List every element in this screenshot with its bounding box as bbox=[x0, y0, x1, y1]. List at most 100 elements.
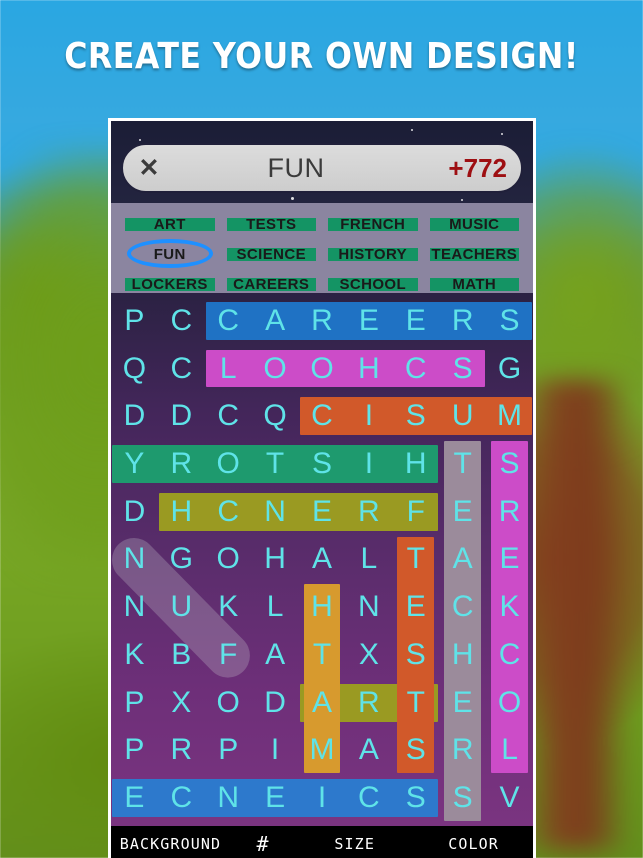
grid-letter[interactable]: T bbox=[299, 631, 346, 679]
grid-letter[interactable]: L bbox=[486, 727, 533, 775]
grid-letter[interactable]: A bbox=[299, 536, 346, 584]
grid-letter[interactable]: O bbox=[205, 440, 252, 488]
grid-letter[interactable]: O bbox=[299, 345, 346, 393]
word-list-item-french[interactable]: FRENCH bbox=[322, 209, 424, 239]
grid-letter[interactable]: E bbox=[392, 297, 439, 345]
grid-letter[interactable]: C bbox=[158, 345, 205, 393]
grid-letter[interactable]: E bbox=[486, 536, 533, 584]
grid-letter[interactable]: S bbox=[486, 297, 533, 345]
grid-letter[interactable]: T bbox=[439, 440, 486, 488]
grid-letter[interactable]: C bbox=[158, 297, 205, 345]
word-list-item-tests[interactable]: TESTS bbox=[221, 209, 323, 239]
word-list-item-teachers[interactable]: TEACHERS bbox=[424, 239, 526, 269]
grid-letter[interactable]: D bbox=[111, 392, 158, 440]
grid-letter[interactable]: B bbox=[158, 631, 205, 679]
grid-letter[interactable]: C bbox=[158, 774, 205, 822]
grid-letter[interactable]: T bbox=[252, 440, 299, 488]
grid-letter[interactable]: O bbox=[205, 536, 252, 584]
word-list-item-art[interactable]: ART bbox=[119, 209, 221, 239]
grid-letter[interactable]: S bbox=[486, 440, 533, 488]
grid-letter[interactable]: S bbox=[439, 345, 486, 393]
grid-letter[interactable]: C bbox=[205, 392, 252, 440]
grid-letter[interactable]: X bbox=[345, 631, 392, 679]
grid-letter[interactable]: S bbox=[392, 727, 439, 775]
grid-letter[interactable]: C bbox=[439, 583, 486, 631]
grid-letter[interactable]: A bbox=[439, 536, 486, 584]
grid-letter[interactable]: F bbox=[392, 488, 439, 536]
grid-letter[interactable]: I bbox=[252, 727, 299, 775]
grid-letter[interactable]: N bbox=[345, 583, 392, 631]
grid-letter[interactable]: I bbox=[299, 774, 346, 822]
grid-letter[interactable]: C bbox=[299, 392, 346, 440]
grid-letter[interactable]: M bbox=[299, 727, 346, 775]
grid-letter[interactable]: H bbox=[158, 488, 205, 536]
word-list-item-science[interactable]: SCIENCE bbox=[221, 239, 323, 269]
grid-letter[interactable]: E bbox=[392, 583, 439, 631]
word-search-grid[interactable]: PCCAREERSQCLOOHCSGDDCQCISUMYROTSIHTSDHCN… bbox=[111, 293, 533, 826]
close-x-icon[interactable]: ✕ bbox=[123, 155, 175, 181]
word-list-item-fun[interactable]: FUN bbox=[119, 239, 221, 269]
grid-letter[interactable]: S bbox=[392, 392, 439, 440]
grid-letter[interactable]: G bbox=[486, 345, 533, 393]
grid-letter[interactable]: F bbox=[205, 631, 252, 679]
grid-letter[interactable]: S bbox=[392, 774, 439, 822]
grid-letter[interactable]: S bbox=[392, 631, 439, 679]
grid-letter[interactable]: K bbox=[205, 583, 252, 631]
grid-letter[interactable]: E bbox=[439, 679, 486, 727]
grid-letter[interactable]: N bbox=[111, 536, 158, 584]
grid-letter[interactable]: C bbox=[392, 345, 439, 393]
grid-letter[interactable]: M bbox=[486, 392, 533, 440]
grid-letter[interactable]: E bbox=[345, 297, 392, 345]
grid-letter[interactable]: L bbox=[205, 345, 252, 393]
grid-letter[interactable]: S bbox=[439, 774, 486, 822]
grid-letter[interactable]: C bbox=[205, 488, 252, 536]
grid-letter[interactable]: I bbox=[345, 392, 392, 440]
grid-letter[interactable]: N bbox=[252, 488, 299, 536]
grid-letter[interactable]: R bbox=[158, 440, 205, 488]
grid-letter[interactable]: R bbox=[439, 297, 486, 345]
grid-letter[interactable]: R bbox=[345, 488, 392, 536]
grid-letter[interactable]: R bbox=[439, 727, 486, 775]
grid-letter[interactable]: A bbox=[252, 297, 299, 345]
grid-letter[interactable]: D bbox=[158, 392, 205, 440]
grid-letter[interactable]: N bbox=[205, 774, 252, 822]
grid-letter[interactable]: I bbox=[345, 440, 392, 488]
word-list-item-history[interactable]: HISTORY bbox=[322, 239, 424, 269]
grid-letter[interactable]: C bbox=[205, 297, 252, 345]
grid-letter[interactable]: L bbox=[252, 583, 299, 631]
grid-letter[interactable]: E bbox=[252, 774, 299, 822]
grid-letter[interactable]: P bbox=[205, 727, 252, 775]
grid-letter[interactable]: S bbox=[299, 440, 346, 488]
grid-letter[interactable]: C bbox=[486, 631, 533, 679]
grid-letter[interactable]: K bbox=[111, 631, 158, 679]
grid-letter[interactable]: Q bbox=[252, 392, 299, 440]
grid-letter[interactable]: G bbox=[158, 536, 205, 584]
grid-letter[interactable]: R bbox=[299, 297, 346, 345]
grid-letter[interactable]: E bbox=[299, 488, 346, 536]
grid-letter[interactable]: P bbox=[111, 297, 158, 345]
grid-letter[interactable]: N bbox=[111, 583, 158, 631]
grid-letter[interactable]: P bbox=[111, 679, 158, 727]
grid-letter[interactable]: E bbox=[111, 774, 158, 822]
grid-hash-icon[interactable]: # bbox=[230, 832, 295, 856]
grid-letter[interactable]: H bbox=[252, 536, 299, 584]
grid-letter[interactable]: R bbox=[345, 679, 392, 727]
grid-letter[interactable]: H bbox=[439, 631, 486, 679]
grid-letter[interactable]: R bbox=[486, 488, 533, 536]
grid-letter[interactable]: O bbox=[205, 679, 252, 727]
grid-letter[interactable]: O bbox=[486, 679, 533, 727]
grid-letter[interactable]: E bbox=[439, 488, 486, 536]
grid-letter[interactable]: O bbox=[252, 345, 299, 393]
word-list-item-music[interactable]: MUSIC bbox=[424, 209, 526, 239]
grid-letter[interactable]: Y bbox=[111, 440, 158, 488]
color-button[interactable]: COLOR bbox=[414, 835, 533, 853]
grid-letter[interactable]: D bbox=[111, 488, 158, 536]
grid-letter[interactable]: T bbox=[392, 536, 439, 584]
background-button[interactable]: BACKGROUND bbox=[111, 835, 230, 853]
grid-letter[interactable]: U bbox=[439, 392, 486, 440]
size-button[interactable]: SIZE bbox=[295, 835, 414, 853]
grid-letter[interactable]: K bbox=[486, 583, 533, 631]
grid-letter[interactable]: C bbox=[345, 774, 392, 822]
grid-letter[interactable]: V bbox=[486, 774, 533, 822]
grid-letter[interactable]: H bbox=[345, 345, 392, 393]
